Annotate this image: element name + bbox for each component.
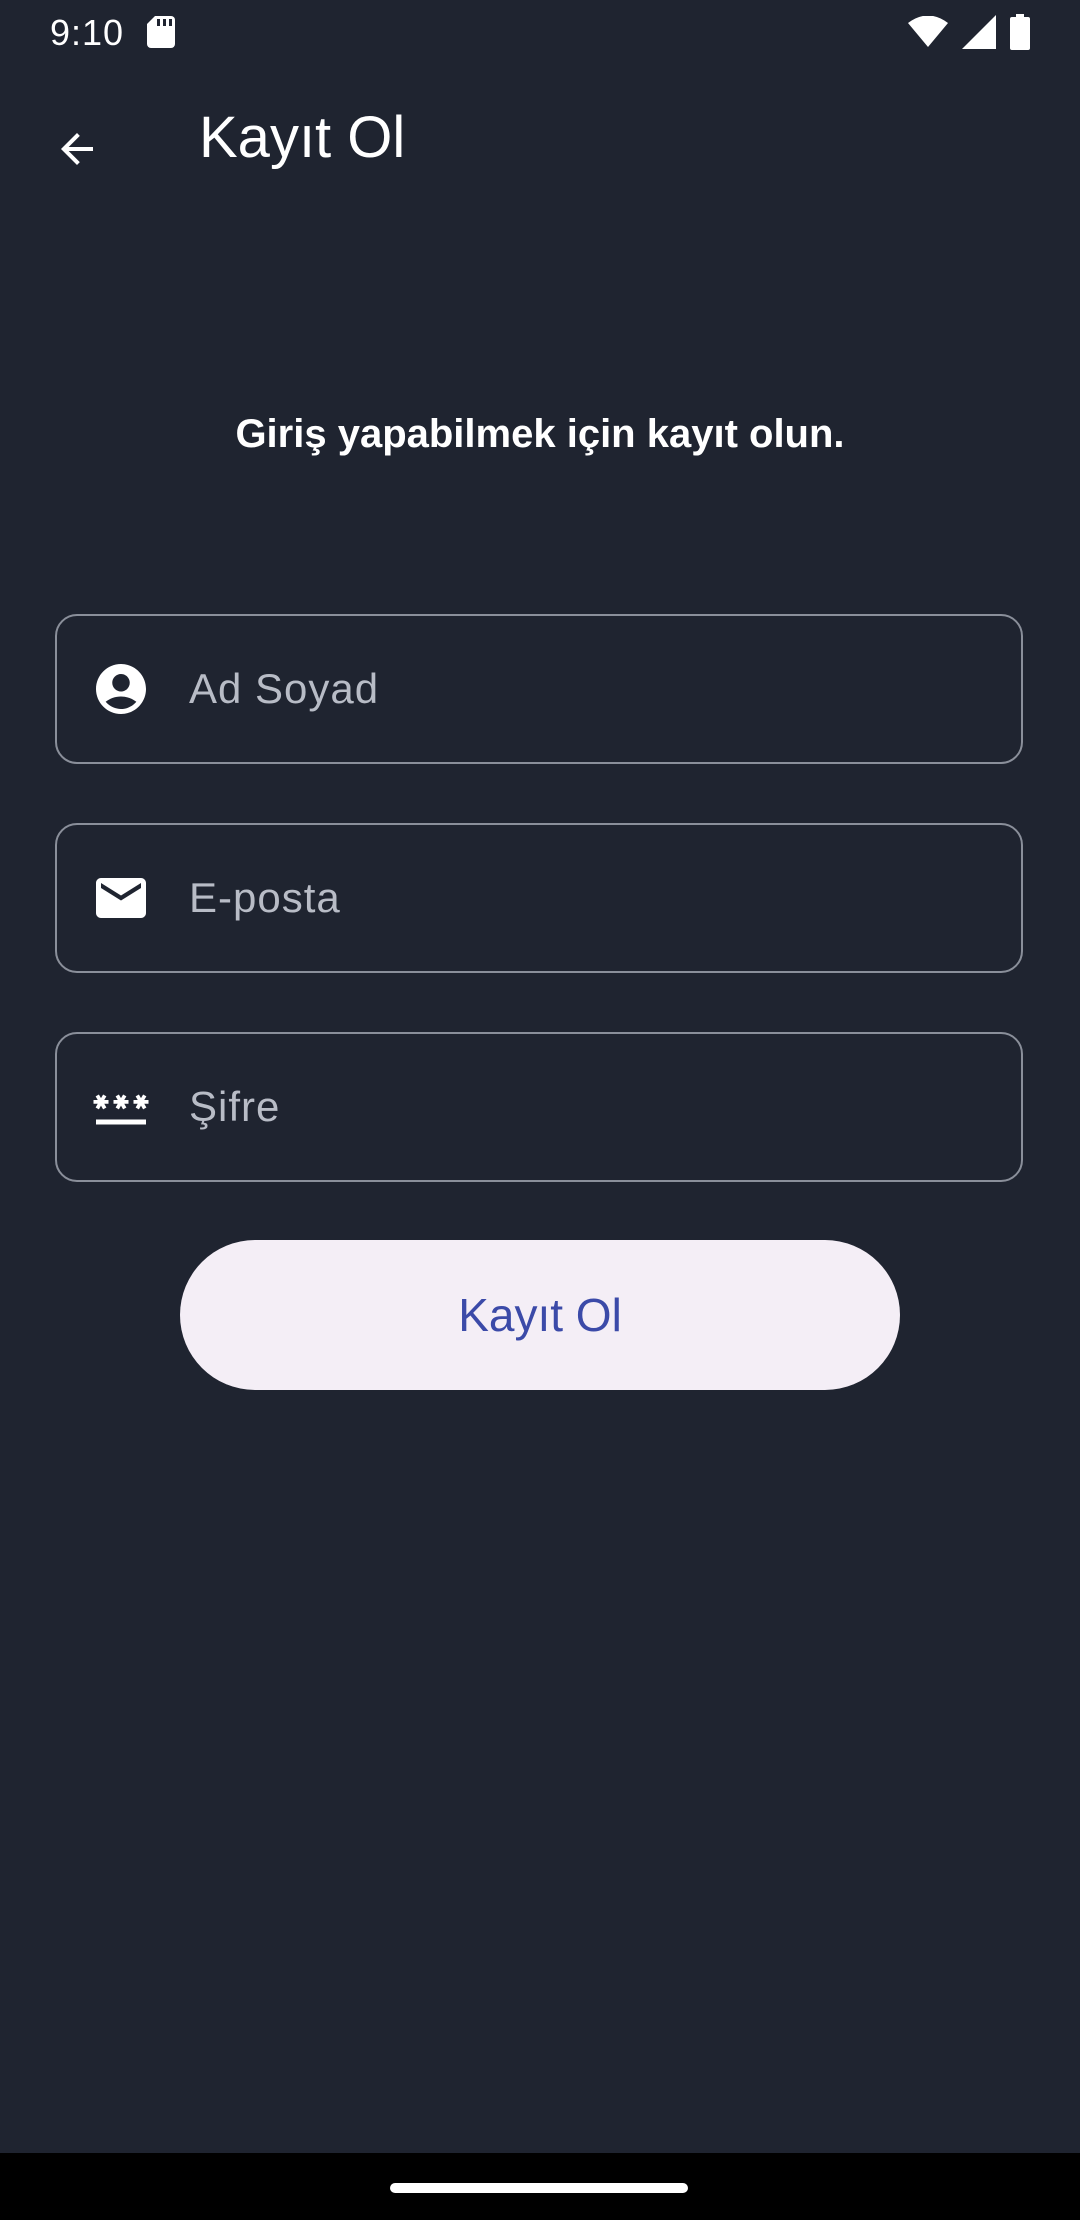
system-nav-bar xyxy=(0,2153,1080,2220)
email-field[interactable] xyxy=(55,823,1023,973)
email-input[interactable] xyxy=(187,873,991,923)
status-time: 9:10 xyxy=(50,12,125,53)
sd-card-icon xyxy=(147,16,175,48)
password-field[interactable] xyxy=(55,1032,1023,1182)
status-icons xyxy=(908,14,1030,50)
arrow-back-icon xyxy=(61,133,93,165)
register-subtitle: Giriş yapabilmek için kayıt olun. xyxy=(235,412,845,456)
account-circle-icon xyxy=(91,659,151,719)
mail-icon xyxy=(91,868,151,928)
name-input[interactable] xyxy=(187,664,991,714)
home-indicator[interactable] xyxy=(390,2183,688,2193)
password-input[interactable] xyxy=(187,1082,991,1132)
back-button[interactable] xyxy=(40,112,114,186)
password-icon xyxy=(91,1077,151,1137)
wifi-icon xyxy=(908,16,948,47)
battery-icon xyxy=(1010,14,1030,50)
app-bar: Kayıt Ol xyxy=(0,66,1080,220)
register-button[interactable]: Kayıt Ol xyxy=(180,1240,900,1390)
page-title: Kayıt Ol xyxy=(199,105,406,170)
cellular-signal-icon xyxy=(962,15,996,49)
name-field[interactable] xyxy=(55,614,1023,764)
status-bar: 9:10 xyxy=(0,0,1080,66)
register-screen: 9:10 Kayıt Ol Giriş yapabilmek için kayı… xyxy=(0,0,1080,2220)
